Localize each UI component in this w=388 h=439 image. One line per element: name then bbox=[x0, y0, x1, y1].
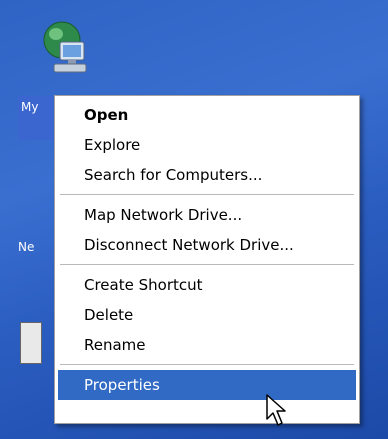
mouse-pointer-icon bbox=[265, 393, 293, 429]
menu-separator bbox=[60, 264, 354, 265]
menu-item-delete[interactable]: Delete bbox=[58, 300, 356, 330]
menu-item-disconnect-network-drive[interactable]: Disconnect Network Drive... bbox=[58, 230, 356, 260]
menu-separator bbox=[60, 364, 354, 365]
network-computer-icon[interactable] bbox=[38, 20, 88, 82]
menu-item-open[interactable]: Open bbox=[58, 100, 356, 130]
context-menu: Open Explore Search for Computers... Map… bbox=[54, 95, 360, 424]
document-icon[interactable] bbox=[20, 322, 42, 364]
menu-item-create-shortcut[interactable]: Create Shortcut bbox=[58, 270, 356, 300]
desktop-icon-label-new[interactable]: Ne bbox=[18, 240, 34, 254]
menu-item-map-network-drive[interactable]: Map Network Drive... bbox=[58, 200, 356, 230]
menu-item-rename[interactable]: Rename bbox=[58, 330, 356, 360]
menu-separator bbox=[60, 194, 354, 195]
menu-item-properties[interactable]: Properties bbox=[58, 370, 356, 400]
menu-item-search-computers[interactable]: Search for Computers... bbox=[58, 160, 356, 190]
menu-item-explore[interactable]: Explore bbox=[58, 130, 356, 160]
